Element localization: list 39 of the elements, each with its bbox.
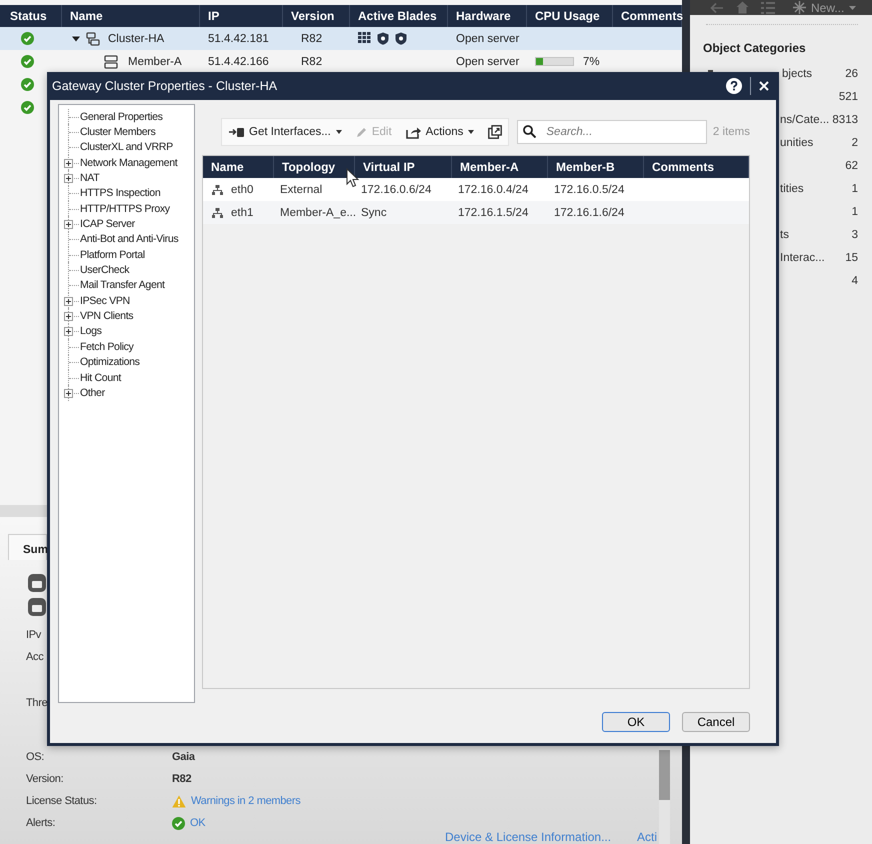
category-count: 8313 (832, 114, 858, 126)
field-label: Alerts: (26, 816, 56, 831)
table-cell: eth1 (231, 206, 254, 218)
category-count: 62 (845, 160, 858, 172)
category-count: 521 (838, 90, 858, 102)
table-cell: Member-A_e... (280, 206, 356, 218)
table-cell: 172.16.0.5/24 (554, 184, 624, 196)
field-value: Gaia (172, 751, 195, 763)
table-cell: 172.16.0.4/24 (458, 184, 528, 196)
section-title: Object Categories (703, 41, 807, 55)
category-count: 15 (845, 252, 858, 264)
cpu-reading: 7% (583, 56, 600, 68)
field-label: Version: (26, 772, 64, 787)
table-cell: 172.16.1.6/24 (554, 206, 624, 218)
dialog-title: Gateway Cluster Properties - Cluster-HA (52, 79, 278, 93)
category-count: 26 (845, 68, 858, 80)
table-cell: External (280, 184, 322, 196)
version-text: R82 (301, 32, 322, 44)
ip-address: 51.4.42.181 (208, 32, 269, 44)
field-value: R82 (172, 773, 192, 785)
item-count: 2 items (712, 126, 750, 138)
category-count: 1 (852, 206, 858, 218)
ip-address: 51.4.42.166 (208, 56, 269, 68)
hardware-text: Open server (456, 56, 520, 68)
category-count: 3 (852, 228, 858, 240)
table-cell: eth0 (231, 184, 254, 196)
version-text: R82 (301, 56, 322, 68)
field-label: Thre (26, 696, 48, 711)
category-count: 4 (852, 274, 858, 286)
field-label: OS: (26, 750, 44, 765)
category-count: 2 (852, 136, 858, 148)
field-label: License Status: (26, 794, 97, 809)
table-cell: Sync (361, 206, 387, 218)
table-cell: 172.16.1.5/24 (458, 206, 528, 218)
hardware-text: Open server (456, 32, 520, 44)
field-label: IPv (26, 628, 41, 643)
table-cell: 172.16.0.6/24 (361, 184, 432, 196)
category-count: 1 (852, 182, 858, 194)
field-label: Acc (26, 650, 44, 665)
